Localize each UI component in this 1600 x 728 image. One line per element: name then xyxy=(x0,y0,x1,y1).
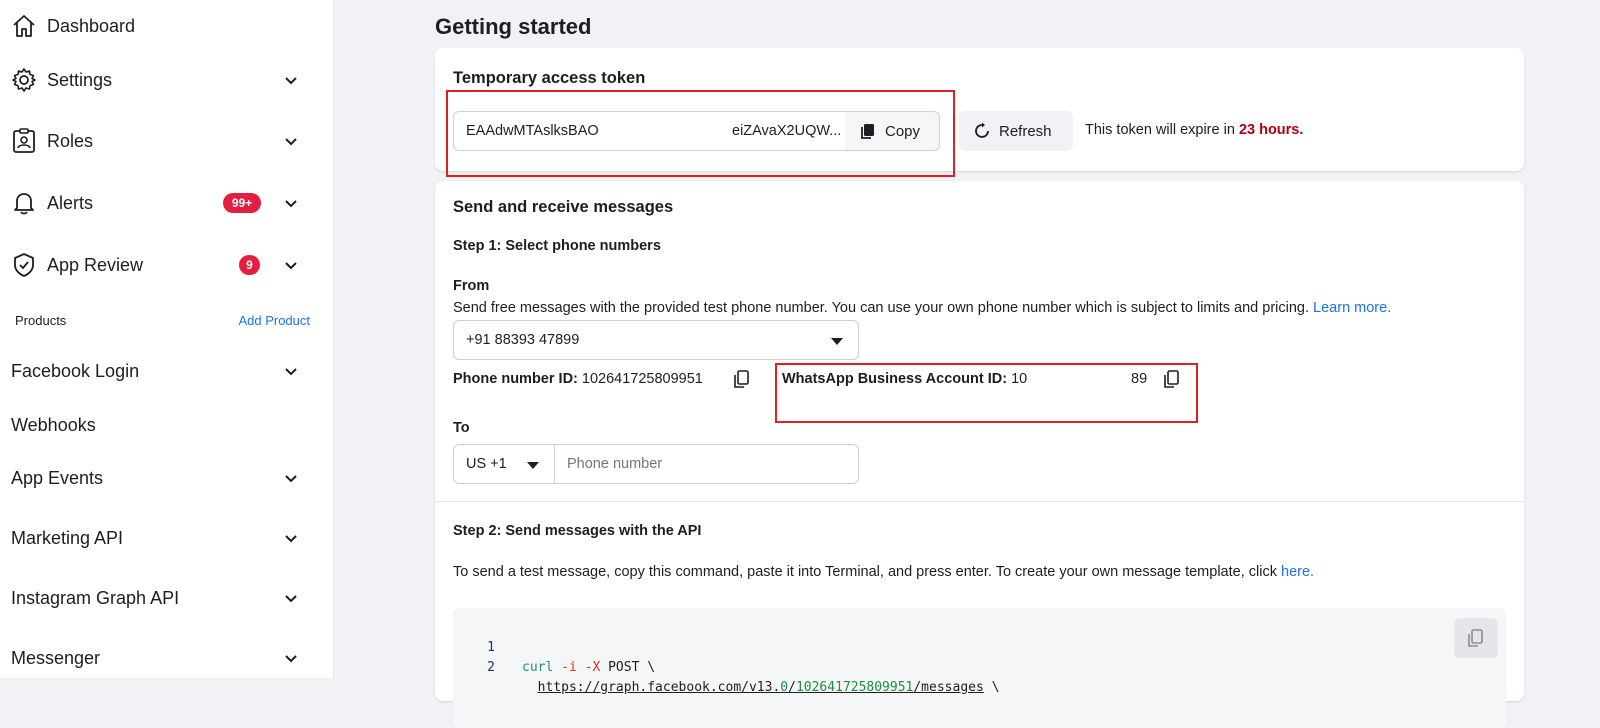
chevron-down-icon xyxy=(285,475,297,483)
template-here-link[interactable]: here. xyxy=(1281,564,1314,580)
refresh-token-button[interactable]: Refresh xyxy=(959,111,1073,151)
step2-heading: Step 2: Send messages with the API xyxy=(453,523,702,539)
bell-icon xyxy=(10,189,38,217)
expiry-prefix: This token will expire in xyxy=(1085,122,1235,138)
chevron-down-icon xyxy=(285,368,297,376)
step1-heading: Step 1: Select phone numbers xyxy=(453,238,661,254)
access-token-title: Temporary access token xyxy=(453,69,646,87)
to-label: To xyxy=(453,420,470,436)
step2-desc-text: To send a test message, copy this comman… xyxy=(453,564,1277,580)
shield-check-icon xyxy=(10,251,38,279)
add-product-link[interactable]: Add Product xyxy=(238,313,310,328)
sidebar-item-roles[interactable]: Roles xyxy=(0,127,333,155)
chevron-down-icon xyxy=(285,655,297,663)
section-divider xyxy=(435,501,1524,502)
sidebar-item-facebook-login[interactable]: Facebook Login xyxy=(0,359,333,383)
sidebar-item-label: Webhooks xyxy=(11,414,96,435)
sidebar-item-dashboard[interactable]: Dashboard xyxy=(0,12,333,40)
sidebar-item-label: Facebook Login xyxy=(11,360,140,381)
sidebar-item-alerts[interactable]: Alerts 99+ xyxy=(0,189,333,217)
from-desc-text: Send free messages with the provided tes… xyxy=(453,300,1310,316)
copy-code-button[interactable] xyxy=(1454,618,1498,658)
sidebar-item-app-review[interactable]: App Review 9 xyxy=(0,251,333,279)
chevron-down-icon xyxy=(285,200,297,208)
sidebar-item-settings[interactable]: Settings xyxy=(0,66,333,94)
country-code-value: US +1 xyxy=(466,456,507,472)
phone-id-value: 102641725809951 xyxy=(581,371,703,387)
sidebar-item-app-events[interactable]: App Events xyxy=(0,466,333,490)
refresh-icon xyxy=(975,122,989,138)
sidebar-item-label: Marketing API xyxy=(11,527,124,548)
waba-id-highlight-box xyxy=(775,363,1198,423)
copy-phone-id-icon[interactable] xyxy=(732,369,752,389)
caret-down-icon xyxy=(831,338,843,345)
code-line-2: 2 https://graph.facebook.com/v13.0/10264… xyxy=(453,638,999,695)
api-url[interactable]: https://graph.facebook.com/v13.0/1026417… xyxy=(538,680,984,695)
sidebar-item-label: App Review xyxy=(47,254,144,275)
from-label: From xyxy=(453,278,490,294)
home-icon xyxy=(10,12,38,40)
sidebar-item-label: Settings xyxy=(47,69,113,90)
from-description: Send free messages with the provided tes… xyxy=(453,300,1391,316)
sidebar-item-webhooks[interactable]: Webhooks xyxy=(0,413,333,437)
alerts-badge: 99+ xyxy=(223,193,261,213)
token-highlight-box xyxy=(446,90,955,177)
curl-code-block[interactable]: 1 curl -i -X POST \ 2 https://graph.face… xyxy=(453,608,1506,728)
code-line-1: 1 curl -i -X POST \ xyxy=(453,618,655,675)
chevron-down-icon xyxy=(285,595,297,603)
app-review-badge: 9 xyxy=(239,255,260,275)
phone-id-label: Phone number ID: xyxy=(453,371,578,387)
line-number: 2 xyxy=(487,660,495,675)
products-label: Products xyxy=(15,313,67,328)
send-messages-title: Send and receive messages xyxy=(453,198,674,216)
expiry-value: 23 hours. xyxy=(1238,122,1304,138)
chevron-down-icon xyxy=(285,138,297,146)
sidebar-item-label: Dashboard xyxy=(47,15,136,36)
sidebar-item-messenger[interactable]: Messenger xyxy=(0,646,333,670)
sidebar-item-label: Messenger xyxy=(11,647,101,668)
caret-down-icon xyxy=(527,462,539,469)
sidebar-item-label: App Events xyxy=(11,467,104,488)
id-card-icon xyxy=(10,127,38,155)
from-phone-select[interactable]: +91 88393 47899 xyxy=(453,320,859,360)
refresh-label: Refresh xyxy=(999,122,1052,140)
sidebar-item-label: Instagram Graph API xyxy=(11,587,180,608)
phone-number-input[interactable] xyxy=(554,444,859,484)
from-phone-value: +91 88393 47899 xyxy=(466,332,580,348)
chevron-down-icon xyxy=(285,77,297,85)
chevron-down-icon xyxy=(285,535,297,543)
page-title: Getting started xyxy=(435,14,592,39)
sidebar-item-label: Alerts xyxy=(47,192,94,213)
chevron-down-icon xyxy=(285,262,297,270)
sidebar-item-instagram-graph-api[interactable]: Instagram Graph API xyxy=(0,586,333,610)
gear-icon xyxy=(10,66,38,94)
phone-number-id: Phone number ID: 102641725809951 xyxy=(453,371,703,387)
learn-more-link[interactable]: Learn more. xyxy=(1313,300,1391,316)
sidebar-item-marketing-api[interactable]: Marketing API xyxy=(0,526,333,550)
step2-description: To send a test message, copy this comman… xyxy=(453,564,1314,580)
sidebar-item-label: Roles xyxy=(47,130,94,151)
sidebar: Dashboard Settings Roles Alerts 99+ App … xyxy=(0,0,334,678)
token-expiry-text: This token will expire in 23 hours. xyxy=(1085,122,1303,138)
copy-icon xyxy=(1468,629,1483,647)
send-messages-card: Send and receive messages Step 1: Select… xyxy=(435,181,1524,728)
country-code-select[interactable]: US +1 xyxy=(453,444,555,484)
